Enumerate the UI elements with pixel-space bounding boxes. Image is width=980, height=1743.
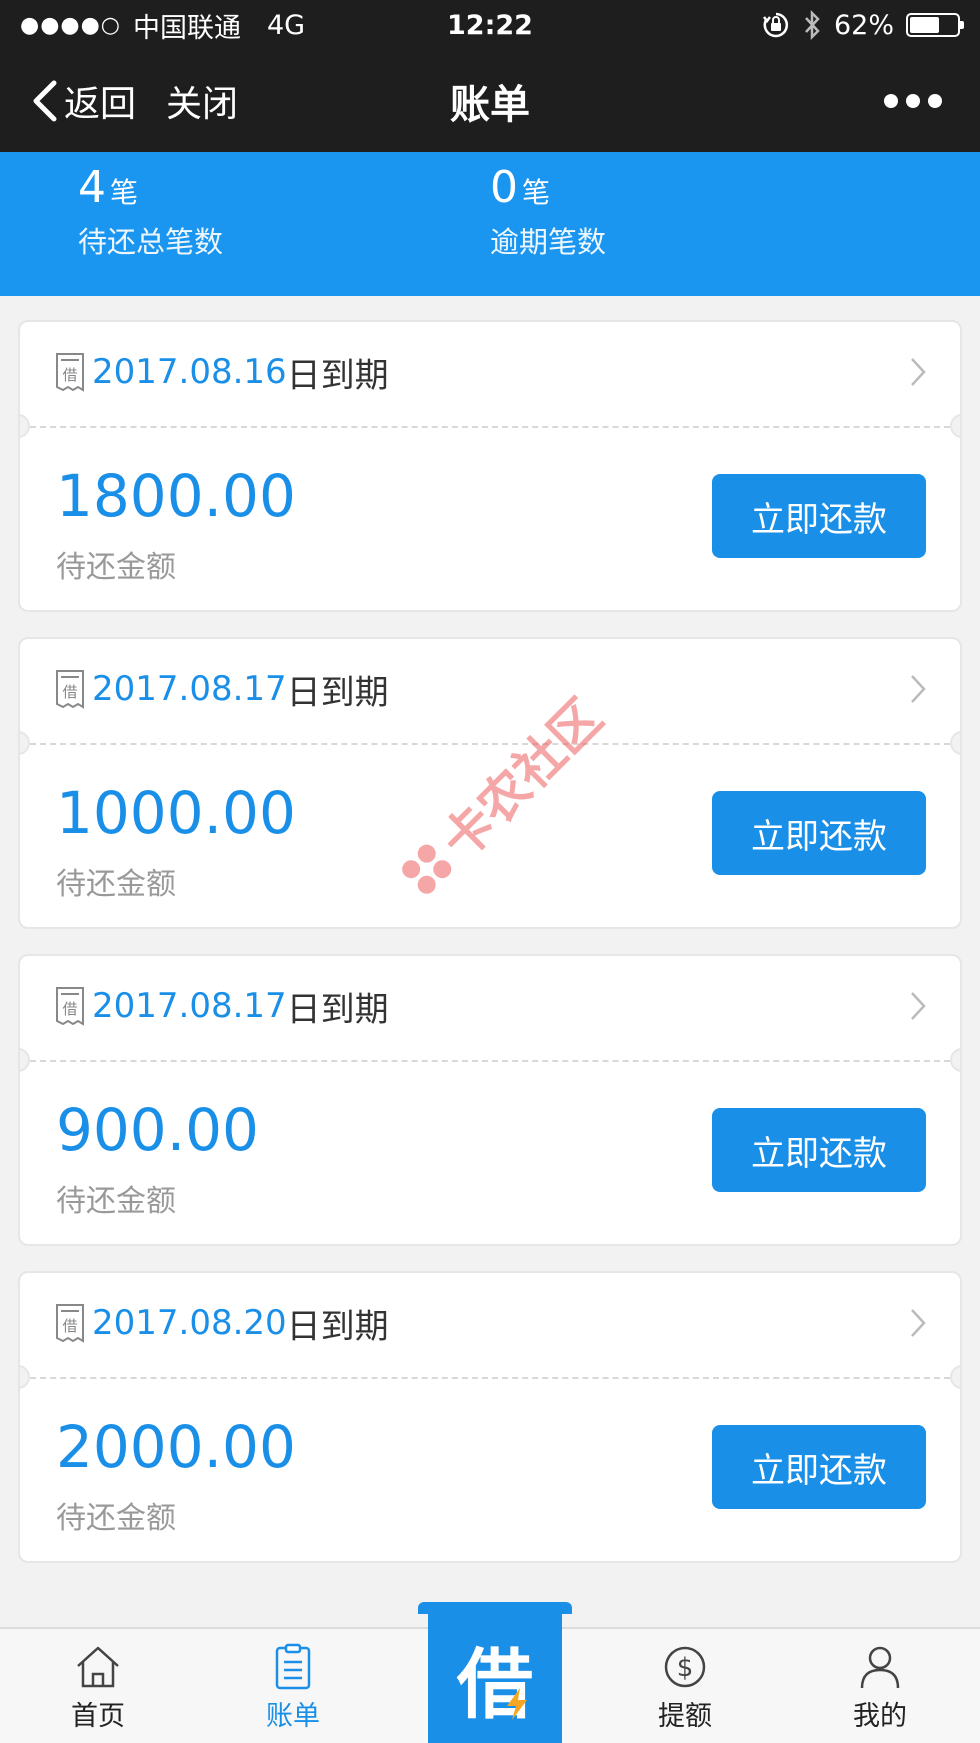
chevron-right-icon [911, 675, 926, 703]
status-bar: ●●●●○ 中国联通 4G 12:22 62% [0, 0, 980, 50]
bill-amount-label: 待还金额 [56, 867, 176, 902]
bill-header[interactable]: 借 2017.08.17 日到期 [20, 639, 960, 739]
carrier-name: 中国联通 [132, 12, 241, 44]
loan-receipt-icon: 借 [56, 353, 84, 392]
bill-card: 借 2017.08.17 日到期 1000.00 待还金额 立即还款 [18, 637, 962, 929]
bill-header[interactable]: 借 2017.08.20 日到期 [20, 1273, 960, 1373]
close-button[interactable]: 关闭 [166, 75, 238, 127]
ticket-notch [950, 731, 960, 755]
borrow-button[interactable]: 借 [418, 1602, 572, 1743]
bill-header[interactable]: 借 2017.08.16 日到期 [20, 322, 960, 422]
loan-icon-char: 借 [62, 1317, 77, 1335]
bill-due-suffix: 日到期 [286, 672, 389, 713]
pay-now-button[interactable]: 立即还款 [712, 474, 926, 558]
clipboard-list-icon [275, 1643, 311, 1689]
bill-due-date: 2017.08.17 [92, 986, 287, 1026]
overdue-label: 逾期笔数 [490, 225, 607, 259]
bill-amount: 1800.00 [56, 462, 296, 530]
dashed-divider [20, 426, 960, 428]
bill-due-date: 2017.08.17 [92, 669, 287, 709]
bill-list: 借 2017.08.16 日到期 1800.00 待还金额 立即还款 借 201… [18, 320, 962, 1588]
status-right: 62% [762, 9, 964, 41]
ticket-notch [950, 1048, 960, 1072]
bill-card: 借 2017.08.16 日到期 1800.00 待还金额 立即还款 [18, 320, 962, 612]
overdue-count-row: 0 笔 [490, 162, 606, 213]
back-button[interactable]: 返回 [30, 75, 136, 127]
bill-amount: 2000.00 [56, 1413, 296, 1481]
overdue-count: 0 [490, 162, 518, 213]
bill-amount-label: 待还金额 [56, 550, 176, 585]
home-icon [77, 1646, 119, 1687]
pending-label: 待还总笔数 [78, 225, 224, 259]
pay-now-button[interactable]: 立即还款 [712, 1425, 926, 1509]
pending-count-row: 4 笔 [78, 162, 223, 213]
tab-limit[interactable]: $ 提额 [625, 1629, 745, 1743]
tab-bills-label: 账单 [266, 1700, 320, 1732]
page-title: 账单 [450, 82, 530, 128]
bill-card: 借 2017.08.20 日到期 2000.00 待还金额 立即还款 [18, 1271, 962, 1563]
bill-due-date: 2017.08.20 [92, 1303, 287, 1343]
tab-limit-label: 提额 [658, 1700, 712, 1732]
dashed-divider [20, 1060, 960, 1062]
more-dot-icon [906, 94, 920, 108]
tab-mine[interactable]: 我的 [820, 1629, 940, 1743]
overdue-summary: 0 笔 逾期笔数 [490, 162, 606, 261]
more-dot-icon [928, 94, 942, 108]
loan-icon-char: 借 [62, 1000, 77, 1018]
bill-amount-label: 待还金额 [56, 1501, 176, 1536]
navigation-bar: 返回 关闭 账单 [0, 50, 980, 152]
overdue-unit: 笔 [522, 176, 551, 209]
bill-card: 借 2017.08.17 日到期 900.00 待还金额 立即还款 [18, 954, 962, 1246]
tab-bills[interactable]: 账单 [233, 1629, 353, 1743]
network-type: 4G [266, 9, 306, 41]
bill-amount: 1000.00 [56, 779, 296, 847]
bill-header[interactable]: 借 2017.08.17 日到期 [20, 956, 960, 1056]
back-label: 返回 [64, 84, 137, 125]
chevron-right-icon [911, 1309, 926, 1337]
ticket-notch [950, 414, 960, 438]
bill-amount-label: 待还金额 [56, 1184, 176, 1219]
pending-unit: 笔 [110, 176, 139, 209]
bill-due-date: 2017.08.16 [92, 352, 287, 392]
bluetooth-icon [805, 9, 820, 41]
bill-due-suffix: 日到期 [286, 1306, 389, 1347]
loan-icon-char: 借 [62, 366, 77, 384]
loan-receipt-icon: 借 [56, 987, 84, 1026]
loan-receipt-icon: 借 [56, 670, 84, 709]
lightning-icon [507, 1688, 527, 1720]
more-menu-button[interactable] [884, 94, 942, 108]
loan-receipt-icon: 借 [56, 1304, 84, 1343]
pay-now-button[interactable]: 立即还款 [712, 1108, 926, 1192]
tab-home-label: 首页 [71, 1700, 125, 1732]
battery-icon [906, 13, 964, 37]
bill-due-suffix: 日到期 [286, 989, 389, 1030]
loan-icon-char: 借 [62, 683, 77, 701]
dashed-divider [20, 743, 960, 745]
ticket-notch [950, 1365, 960, 1389]
signal-strength-icon: ●●●●○ [20, 12, 121, 38]
bill-summary: 4 笔 待还总笔数 0 笔 逾期笔数 [0, 152, 980, 296]
chevron-right-icon [911, 358, 926, 386]
pending-summary: 4 笔 待还总笔数 [78, 162, 223, 261]
tab-home[interactable]: 首页 [38, 1629, 158, 1743]
chevron-right-icon [911, 992, 926, 1020]
bill-due-suffix: 日到期 [286, 355, 389, 396]
tab-mine-label: 我的 [853, 1700, 907, 1732]
more-dot-icon [884, 94, 898, 108]
dollar-coin-icon: $ [664, 1646, 706, 1687]
battery-level [910, 17, 939, 33]
pending-count: 4 [78, 162, 106, 213]
chevron-left-icon [33, 80, 57, 122]
rotation-lock-icon [762, 12, 788, 38]
svg-text:$: $ [677, 1653, 694, 1683]
dashed-divider [20, 1377, 960, 1379]
status-left: ●●●●○ 中国联通 4G [20, 6, 305, 45]
user-icon [860, 1646, 900, 1688]
bill-amount: 900.00 [56, 1096, 259, 1164]
battery-percent: 62% [833, 9, 894, 41]
pay-now-button[interactable]: 立即还款 [712, 791, 926, 875]
